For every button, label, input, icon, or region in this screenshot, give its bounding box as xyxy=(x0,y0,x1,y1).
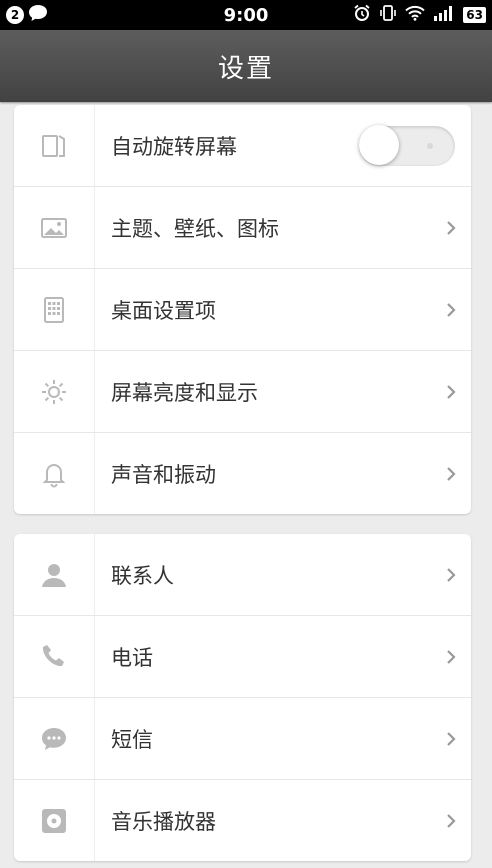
setting-row-sms[interactable]: 短信 xyxy=(14,698,471,780)
chevron-right-icon xyxy=(431,302,471,318)
message-icon xyxy=(14,698,95,779)
chevron-right-icon xyxy=(431,813,471,829)
chevron-right-icon xyxy=(431,384,471,400)
setting-row-auto-rotate[interactable]: 自动旋转屏幕 xyxy=(14,105,471,187)
setting-label: 桌面设置项 xyxy=(111,298,216,323)
chevron-right-icon xyxy=(431,731,471,747)
chevron-right-icon xyxy=(431,649,471,665)
setting-label: 短信 xyxy=(111,727,153,752)
setting-label: 主题、壁纸、图标 xyxy=(111,216,279,241)
music-player-icon xyxy=(14,780,95,861)
auto-rotate-toggle[interactable] xyxy=(359,124,455,166)
chat-bubble-icon xyxy=(28,4,48,26)
toggle-dot xyxy=(427,142,433,149)
clock: 9:00 xyxy=(223,4,269,26)
setting-row-theme[interactable]: 主题、壁纸、图标 xyxy=(14,187,471,269)
person-icon xyxy=(14,534,95,615)
setting-row-phone[interactable]: 电话 xyxy=(14,616,471,698)
page-title: 设置 xyxy=(217,53,274,84)
chevron-right-icon xyxy=(431,567,471,583)
setting-label: 联系人 xyxy=(111,563,174,588)
bell-icon xyxy=(14,433,95,514)
status-bar: 2 9:00 63 xyxy=(0,0,492,30)
setting-label: 自动旋转屏幕 xyxy=(111,134,237,159)
settings-group-apps: 联系人 电话 短信 音乐播放器 xyxy=(14,534,471,861)
chevron-right-icon xyxy=(431,466,471,482)
battery-indicator: 63 xyxy=(463,7,486,23)
setting-label: 音乐播放器 xyxy=(111,809,216,834)
alarm-icon xyxy=(353,4,371,26)
vibrate-icon xyxy=(379,4,397,26)
notification-count-badge: 2 xyxy=(6,6,24,24)
chevron-right-icon xyxy=(431,220,471,236)
image-icon xyxy=(14,187,95,268)
page-title-bar: 设置 xyxy=(0,30,492,102)
brightness-icon xyxy=(14,351,95,432)
setting-label: 屏幕亮度和显示 xyxy=(111,380,258,405)
grid-icon xyxy=(14,269,95,350)
settings-group-display: 自动旋转屏幕 主题、壁纸、图标 桌面设置项 屏幕亮度和显示 声音和振动 xyxy=(14,105,471,514)
auto-rotate-icon xyxy=(14,105,95,186)
setting-row-desktop[interactable]: 桌面设置项 xyxy=(14,269,471,351)
setting-row-contacts[interactable]: 联系人 xyxy=(14,534,471,616)
setting-label: 声音和振动 xyxy=(111,462,216,487)
phone-icon xyxy=(14,616,95,697)
setting-row-brightness[interactable]: 屏幕亮度和显示 xyxy=(14,351,471,433)
signal-icon xyxy=(433,5,455,25)
wifi-icon xyxy=(405,5,425,25)
setting-row-music[interactable]: 音乐播放器 xyxy=(14,780,471,861)
setting-row-sound[interactable]: 声音和振动 xyxy=(14,433,471,514)
toggle-knob xyxy=(359,124,399,165)
setting-label: 电话 xyxy=(111,645,153,670)
